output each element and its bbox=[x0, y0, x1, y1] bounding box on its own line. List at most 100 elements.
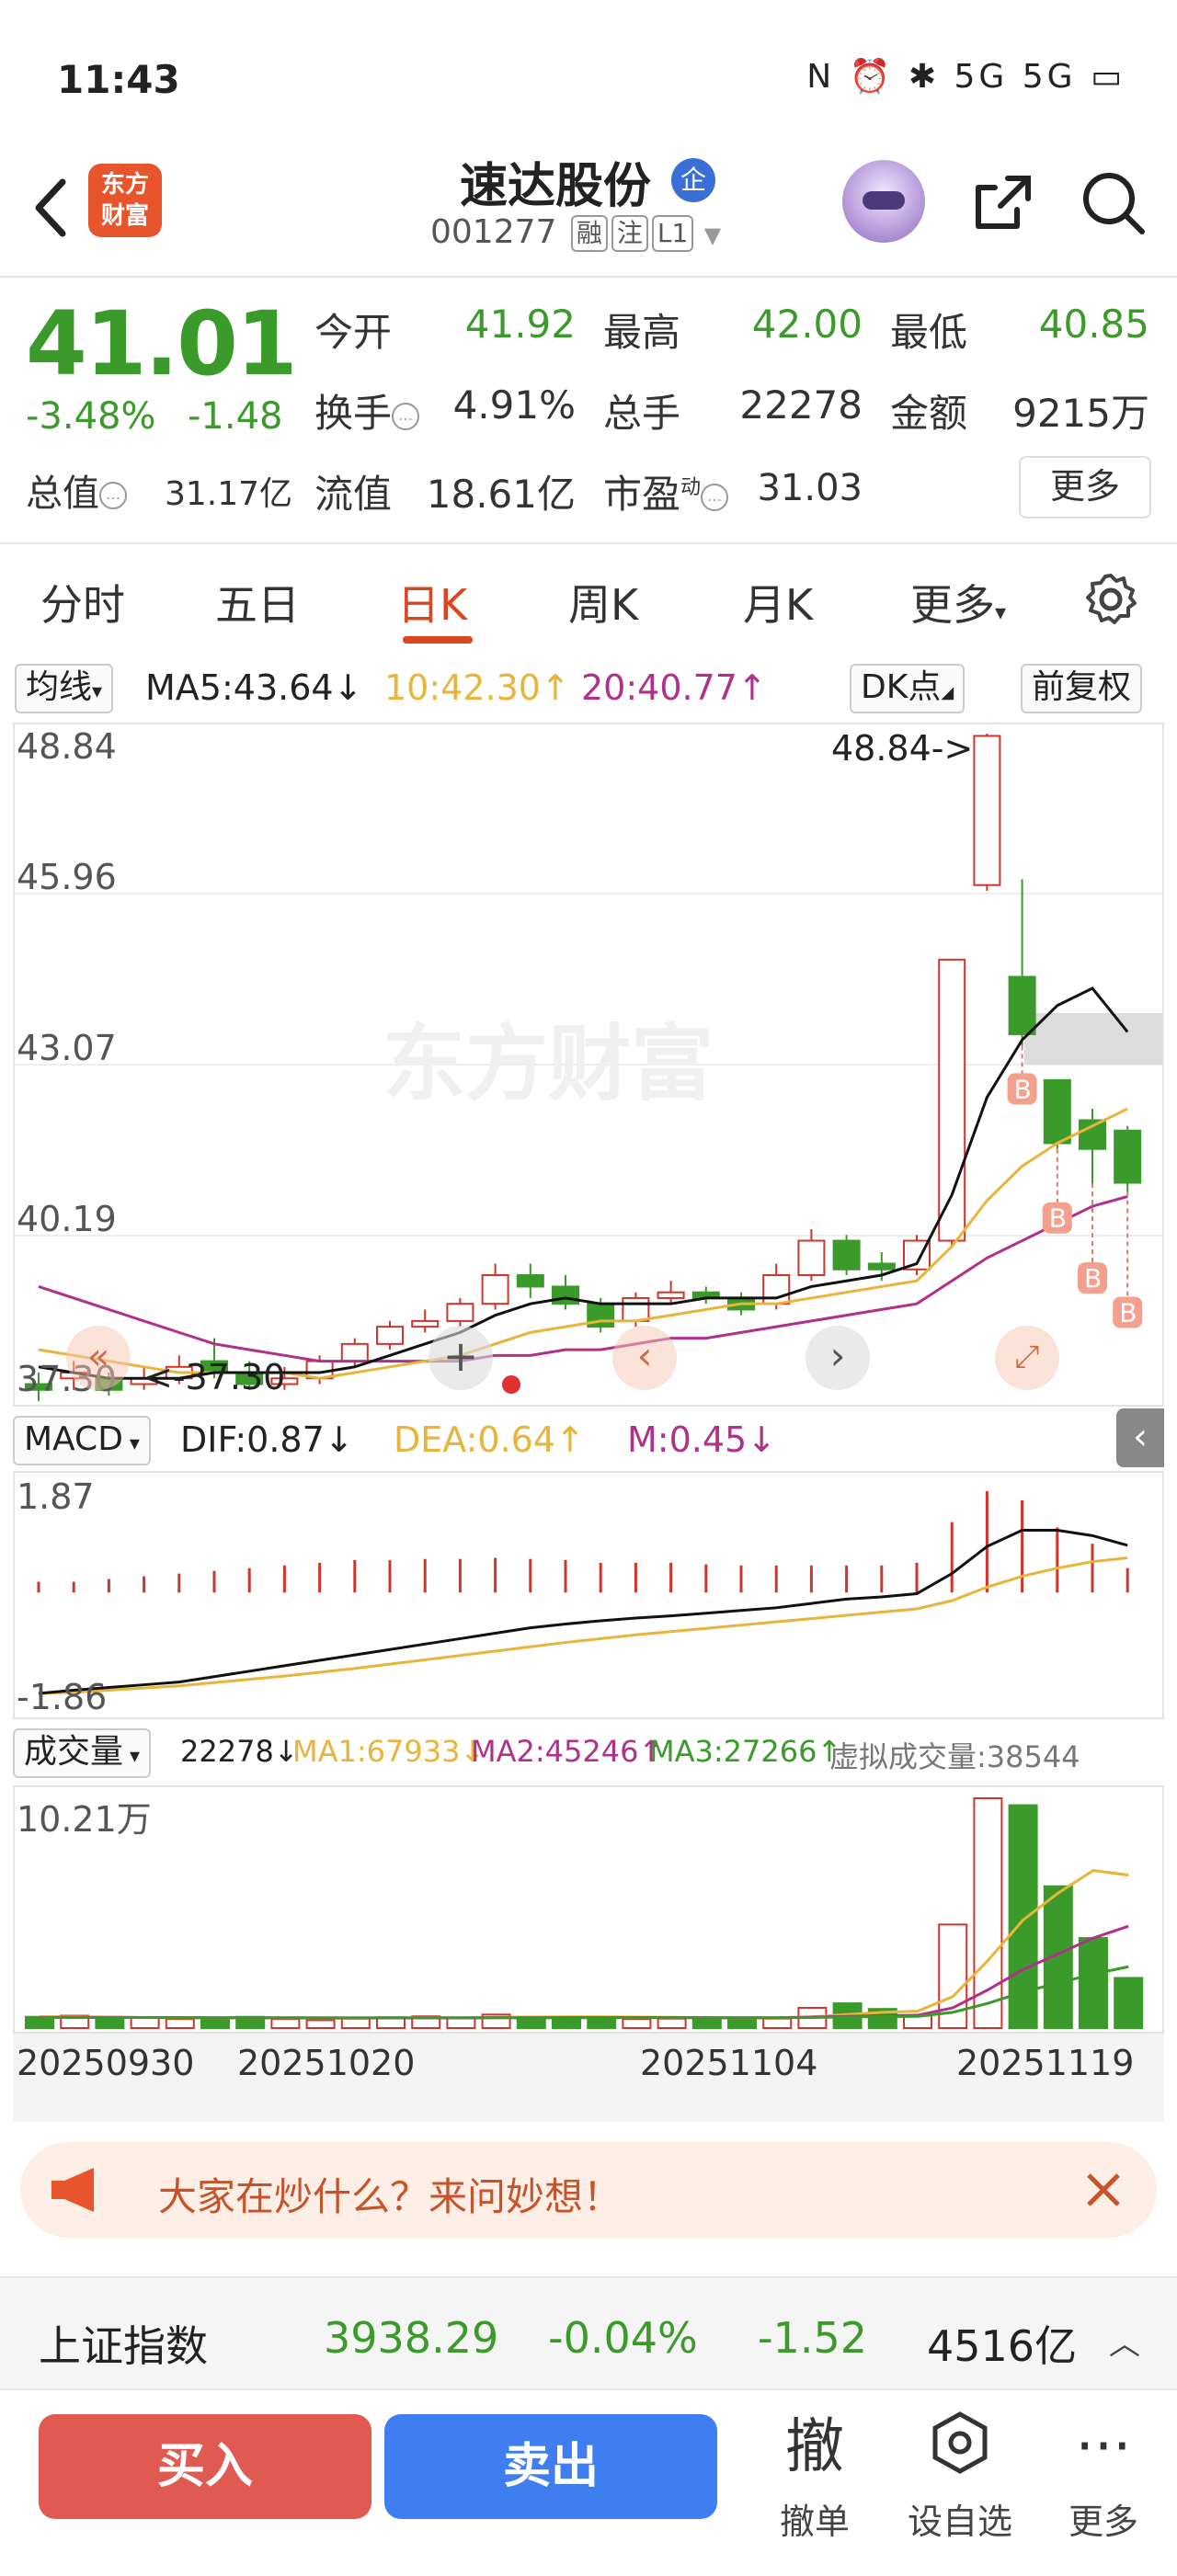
macd-y-top: 1.87 bbox=[17, 1476, 95, 1517]
macd-dea: DEA:0.64↑ bbox=[394, 1419, 585, 1460]
ma20-value: 20:40.77↑ bbox=[581, 667, 767, 708]
market-cap-value: 31.17亿 bbox=[164, 475, 292, 513]
crosshair-button[interactable]: + bbox=[429, 1326, 493, 1390]
status-icons: N ⏰ ✱ 5G 5G ▭ bbox=[806, 58, 1126, 96]
info-icon[interactable]: … bbox=[701, 483, 729, 511]
more-dots-icon: ··· bbox=[1075, 2413, 1132, 2481]
app-logo[interactable]: 东方 财富 bbox=[88, 164, 162, 237]
add-watchlist-button[interactable]: 设自选 bbox=[896, 2411, 1024, 2544]
ai-assistant-avatar[interactable] bbox=[842, 160, 925, 243]
pe-value: 31.03 bbox=[757, 467, 863, 509]
date-axis: 20250930 20251020 20251104 20251119 bbox=[13, 2034, 1164, 2122]
volume-chart[interactable]: 10.21万 bbox=[13, 1785, 1164, 2034]
sell-button[interactable]: 卖出 bbox=[384, 2414, 717, 2519]
candle-body bbox=[1008, 975, 1036, 1035]
turnover-label: 换手… bbox=[314, 382, 420, 439]
amount-label: 金额 bbox=[890, 391, 968, 436]
stock-name[interactable]: 速达股份 bbox=[460, 147, 651, 216]
kline-plot: 东方财富 BBBB bbox=[15, 734, 1162, 1402]
buy-signal-label: B bbox=[1049, 1203, 1067, 1234]
volume-plot bbox=[25, 1797, 1144, 2030]
volume-bar bbox=[587, 2016, 617, 2029]
registration-tag: 注 bbox=[611, 215, 648, 252]
macd-m: M:0.45↓ bbox=[627, 1419, 777, 1460]
float-cap-label: 流值 bbox=[314, 472, 393, 517]
ma5-value: MA5:43.64↓ bbox=[145, 667, 363, 708]
quote-panel: 41.01 -3.48% -1.48 今开 41.92 最高 42.00 最低 … bbox=[0, 276, 1177, 544]
y-label-3: 43.07 bbox=[17, 1028, 117, 1068]
macd-chart[interactable]: 1.87 -1.86 bbox=[13, 1471, 1164, 1719]
cancel-order-button[interactable]: 撤 撤单 bbox=[750, 2411, 879, 2544]
turnover-value: 4.91% bbox=[452, 382, 576, 427]
candle-body bbox=[973, 735, 1001, 886]
dea-line bbox=[38, 1556, 1128, 1695]
stock-code-row[interactable]: 001277 融注 L1 ▼ bbox=[430, 213, 721, 252]
tab-intraday[interactable]: 分时 bbox=[40, 572, 125, 633]
candle-body bbox=[481, 1273, 509, 1305]
volume-selector[interactable]: 成交量 ▾ bbox=[13, 1728, 152, 1778]
tab-monthly-k[interactable]: 月K bbox=[743, 572, 813, 633]
gear-icon[interactable] bbox=[1081, 570, 1140, 629]
collapse-panel-button[interactable]: ‹ bbox=[1116, 1408, 1164, 1467]
volume-bar bbox=[200, 2017, 230, 2029]
ma-selector[interactable]: 均线▾ bbox=[15, 664, 114, 713]
index-amount: 4516亿 bbox=[927, 2321, 1078, 2371]
buy-signal-label: B bbox=[1119, 1298, 1137, 1328]
candle-body bbox=[867, 1262, 896, 1271]
candle-body bbox=[762, 1273, 791, 1305]
volume-bar bbox=[1079, 1937, 1108, 2029]
adjust-selector[interactable]: 前复权 bbox=[1021, 664, 1143, 713]
last-price: 41.01 bbox=[26, 292, 298, 395]
candle-body bbox=[832, 1239, 861, 1271]
cancel-order-icon: 撤 bbox=[785, 2413, 844, 2481]
info-icon[interactable]: … bbox=[99, 482, 127, 509]
previous-candle-button[interactable]: ‹ bbox=[612, 1326, 677, 1390]
ask-ai-banner[interactable]: 大家在炒什么？来问妙想！ bbox=[20, 2142, 1157, 2238]
tab-daily-k[interactable]: 日K bbox=[397, 572, 467, 633]
ma10-value: 10:42.30↑ bbox=[384, 667, 570, 708]
chart-period-tabs: 分时 五日 日K 周K 月K 更多▾ bbox=[0, 544, 1177, 655]
buy-signal-label: B bbox=[1014, 1074, 1032, 1104]
candle-body bbox=[552, 1285, 579, 1305]
low-label: 最低 bbox=[890, 310, 968, 355]
volume-bar bbox=[305, 2019, 336, 2030]
back-arrow-icon[interactable] bbox=[26, 171, 81, 245]
chevron-up-icon[interactable]: ︿ bbox=[1109, 2319, 1140, 2364]
tab-five-day[interactable]: 五日 bbox=[215, 572, 300, 633]
close-icon[interactable] bbox=[1078, 2164, 1129, 2216]
trade-action-bar: 买入 卖出 撤 撤单 设自选 ··· 更多 bbox=[0, 2388, 1177, 2576]
fullscreen-expand-icon[interactable]: ⤢ bbox=[995, 1326, 1059, 1390]
status-bar: 11:43 N ⏰ ✱ 5G 5G ▭ bbox=[0, 0, 1177, 156]
macd-dif: DIF:0.87↓ bbox=[180, 1419, 354, 1460]
margin-tag: 融 bbox=[570, 215, 608, 252]
tab-more[interactable]: 更多▾ bbox=[910, 572, 1006, 633]
candle-body bbox=[657, 1291, 685, 1299]
share-icon[interactable] bbox=[966, 165, 1039, 239]
date-label: 20251104 bbox=[640, 2043, 818, 2083]
index-ticker-bar[interactable]: 上证指数 3938.29 -0.04% -1.52 4516亿 ︿ bbox=[0, 2276, 1177, 2388]
info-icon[interactable]: … bbox=[392, 402, 420, 430]
change-percent: -3.48% bbox=[26, 395, 156, 438]
volume-y-top: 10.21万 bbox=[17, 1799, 152, 1840]
change-amount: -1.48 bbox=[188, 395, 283, 438]
candle-body bbox=[622, 1296, 650, 1322]
dk-point-selector[interactable]: DK点◢ bbox=[850, 664, 966, 713]
y-label-high: 48.84 bbox=[17, 726, 117, 767]
macd-selector[interactable]: MACD ▾ bbox=[13, 1416, 151, 1465]
dif-line bbox=[38, 1528, 1128, 1695]
next-candle-button[interactable]: › bbox=[806, 1326, 870, 1390]
red-dot-indicator bbox=[502, 1375, 520, 1394]
scroll-left-button[interactable]: « bbox=[66, 1326, 131, 1390]
stock-code: 001277 bbox=[430, 213, 557, 251]
low-marker: <-37.30 bbox=[143, 1357, 286, 1397]
banner-text: 大家在炒什么？来问妙想！ bbox=[158, 2174, 623, 2219]
tab-weekly-k[interactable]: 周K bbox=[568, 572, 638, 633]
date-label: 20251020 bbox=[237, 2043, 416, 2083]
kline-chart[interactable]: 东方财富 BBBB 48.84 45.96 43.07 40.19 37.30 … bbox=[13, 723, 1164, 1407]
more-quote-button[interactable]: 更多 bbox=[1019, 456, 1151, 519]
more-actions-button[interactable]: ··· 更多 bbox=[1039, 2411, 1168, 2544]
status-time: 11:43 bbox=[57, 57, 180, 102]
buy-button[interactable]: 买入 bbox=[39, 2414, 371, 2519]
search-icon[interactable] bbox=[1076, 165, 1149, 239]
buy-signal-label: B bbox=[1084, 1263, 1102, 1294]
